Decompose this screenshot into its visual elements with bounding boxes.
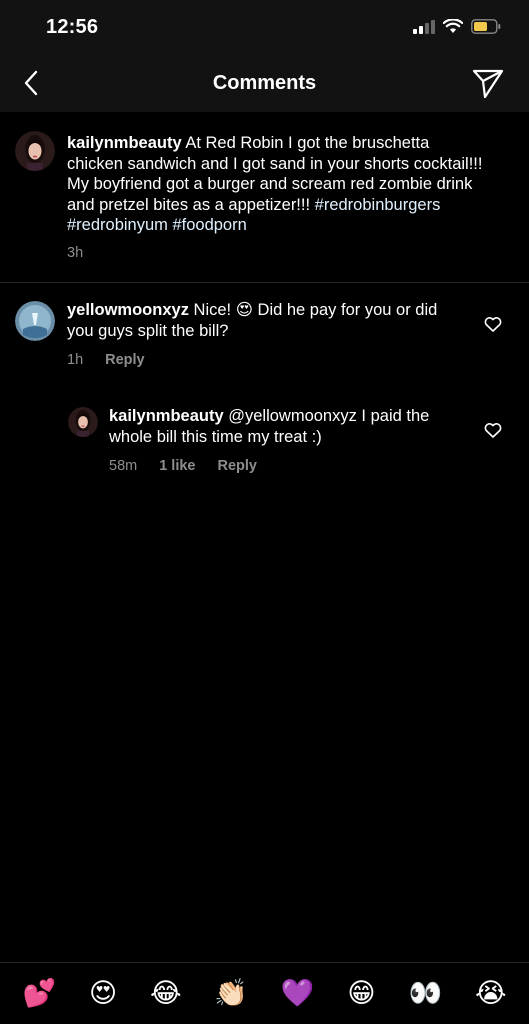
like-button[interactable] (484, 422, 502, 438)
reply-meta: 58m 1 like Reply (109, 458, 257, 474)
heart-icon (484, 317, 502, 332)
post-caption: kailynmbeauty At Red Robin I got the bru… (0, 112, 529, 283)
emoji-two-hearts[interactable]: 💕 (22, 978, 56, 1009)
reply-time: 58m (109, 458, 138, 474)
emoji-eyes[interactable]: 👀 (408, 978, 442, 1009)
status-time: 12:56 (46, 16, 99, 38)
emoji-crying[interactable]: 😭 (475, 978, 507, 1009)
avatar[interactable] (15, 131, 55, 171)
page-title: Comments (212, 72, 317, 94)
avatar-yellowmoonxyz-icon (15, 301, 55, 341)
comment-item: yellowmoonxyz Nice! 😍 Did he pay for you… (0, 283, 529, 383)
emoji-heart-eyes[interactable]: 😍 (89, 978, 117, 1009)
emoji-grinning[interactable]: 😁 (347, 978, 375, 1009)
reply-item: kailynmbeauty @yellowmoonxyz I paid the … (0, 395, 529, 495)
comment-body-start: Nice! (188, 301, 232, 319)
reply-button[interactable]: Reply (105, 352, 145, 368)
avatar[interactable] (15, 301, 55, 341)
paper-plane-icon (472, 69, 504, 99)
reply-username[interactable]: kailynmbeauty (109, 407, 224, 425)
heart-icon (484, 423, 502, 438)
caption-time: 3h (67, 245, 84, 261)
reply-button[interactable]: Reply (218, 458, 258, 474)
caption-username[interactable]: kailynmbeauty (67, 134, 182, 152)
emoji-clapping-hands[interactable]: 👏🏻 (214, 978, 248, 1009)
comment-time: 1h (67, 352, 84, 368)
share-button[interactable] (471, 66, 505, 100)
heart-eyes-emoji: 😍 (235, 300, 253, 319)
emoji-purple-heart[interactable]: 💜 (281, 978, 315, 1009)
comment-text: yellowmoonxyz Nice! 😍 Did he pay for you… (67, 300, 467, 341)
likes-count[interactable]: 1 like (159, 458, 195, 474)
comment-meta: 1h Reply (67, 352, 145, 368)
emoji-tears-of-joy[interactable]: 😂 (150, 978, 182, 1009)
nav-bar: Comments (0, 56, 529, 112)
avatar-kailynmbeauty-icon (15, 131, 55, 171)
avatar[interactable] (68, 407, 98, 437)
comment-username[interactable]: yellowmoonxyz (67, 301, 189, 319)
battery-icon (471, 19, 501, 34)
emoji-quick-bar: 💕 😍 😂 👏🏻 💜 😁 👀 😭 (0, 962, 529, 1024)
status-icons (413, 19, 501, 34)
caption-text: kailynmbeauty At Red Robin I got the bru… (67, 133, 487, 236)
wifi-icon (443, 19, 463, 33)
reply-text: kailynmbeauty @yellowmoonxyz I paid the … (109, 406, 454, 447)
signal-icon (413, 19, 435, 34)
status-bar: 12:56 (0, 0, 529, 56)
caption-meta: 3h (67, 245, 83, 261)
avatar-kailynmbeauty-icon (68, 407, 98, 437)
like-button[interactable] (484, 316, 502, 332)
